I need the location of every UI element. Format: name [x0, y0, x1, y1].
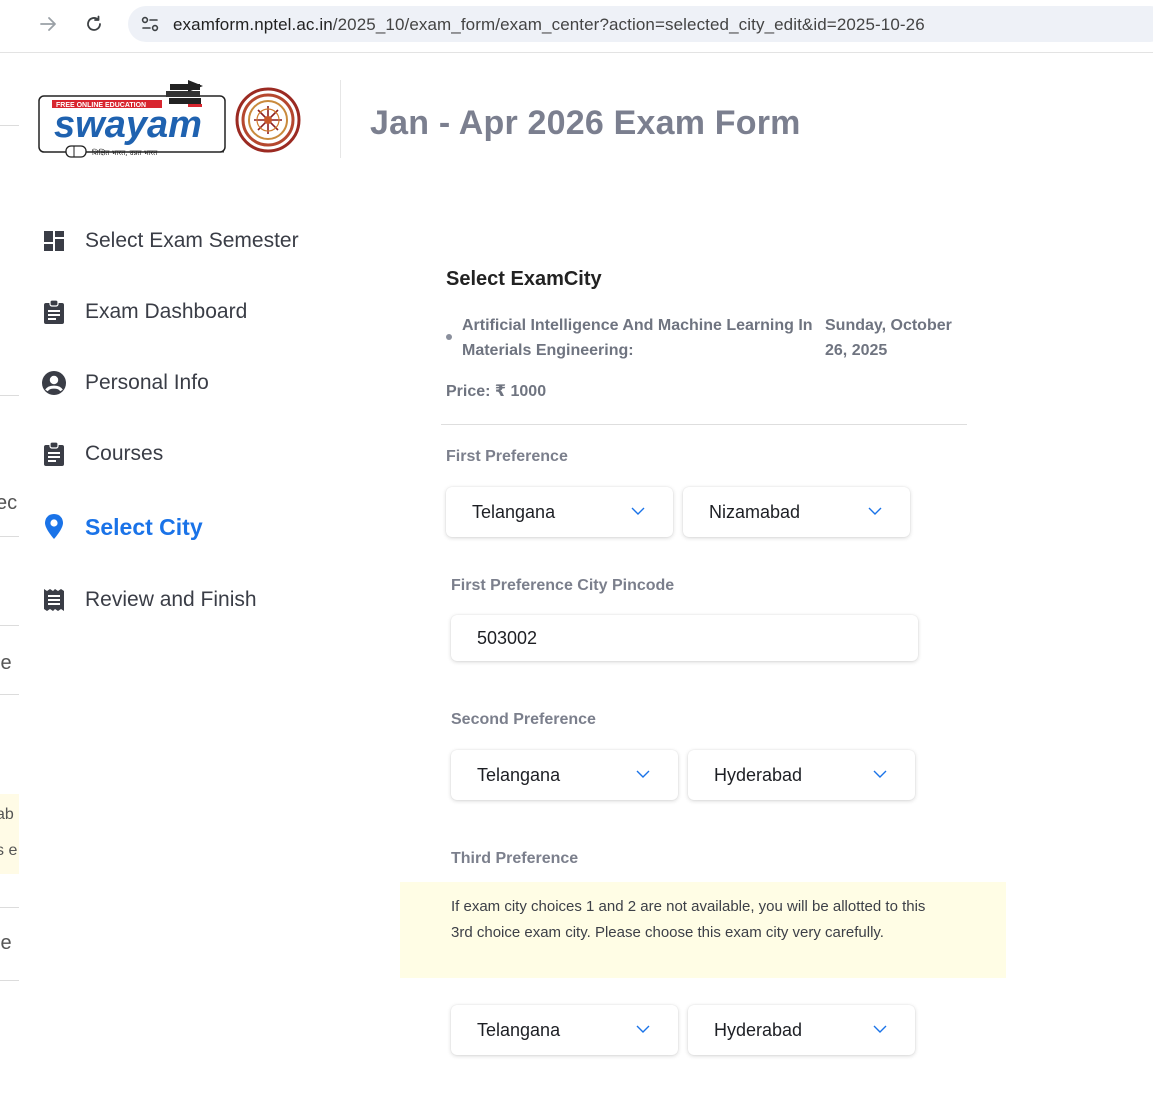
- chevron-down-icon: [631, 507, 645, 515]
- select-value: Hyderabad: [714, 764, 803, 785]
- price: Price: ₹ 1000: [446, 383, 547, 400]
- sidebar-item-select-city[interactable]: Select City: [40, 509, 203, 545]
- header-divider: [340, 80, 341, 158]
- sidebar-item-label: Courses: [85, 442, 164, 465]
- sidebar-item-personal-info[interactable]: Personal Info: [40, 365, 209, 401]
- third-preference-state-select[interactable]: Telangana: [451, 1005, 678, 1055]
- sidebar-item-exam-dashboard[interactable]: Exam Dashboard: [40, 294, 247, 330]
- pincode-label: First Preference City Pincode: [451, 577, 675, 594]
- select-value: Telangana: [477, 764, 561, 785]
- select-value: Telangana: [472, 501, 556, 522]
- select-value: Hyderabad: [714, 1019, 803, 1040]
- third-preference-notice: If exam city choices 1 and 2 are not ava…: [400, 882, 1006, 978]
- sidebar-item-label: Exam Dashboard: [85, 300, 248, 323]
- sidebar-item-review-and-finish[interactable]: Review and Finish: [40, 582, 257, 618]
- sidebar-item-courses[interactable]: Courses: [40, 436, 163, 472]
- chevron-down-icon: [873, 770, 887, 778]
- second-preference-label: Second Preference: [451, 711, 596, 728]
- back-arrow-icon[interactable]: [36, 12, 60, 36]
- section-title: Select ExamCity: [446, 268, 602, 290]
- first-preference-state-select[interactable]: Telangana: [446, 487, 673, 537]
- browser-toolbar: examform.nptel.ac.in/2025_10/exam_form/e…: [0, 0, 1153, 53]
- select-value: Telangana: [477, 1019, 561, 1040]
- sidebar-item-label: Select City: [85, 513, 203, 540]
- third-preference-city-select[interactable]: Hyderabad: [688, 1005, 915, 1055]
- input-value: 503002: [477, 628, 538, 648]
- first-preference-label: First Preference: [446, 448, 568, 465]
- chevron-down-icon: [636, 770, 650, 778]
- select-value: Nizamabad: [709, 501, 801, 522]
- exam-date: Sunday, October 26, 2025: [825, 317, 952, 359]
- reload-icon[interactable]: [82, 12, 106, 36]
- third-preference-label: Third Preference: [451, 850, 579, 867]
- user-circle-icon: [40, 369, 68, 397]
- course-name: Artificial Intelligence And Machine Lear…: [462, 317, 813, 359]
- sidebar-item-label: Review and Finish: [85, 588, 257, 611]
- divider: [441, 424, 967, 425]
- dashboard-icon: [40, 227, 68, 255]
- bullet-icon: [446, 334, 452, 340]
- chevron-down-icon: [636, 1025, 650, 1033]
- chevron-down-icon: [868, 507, 882, 515]
- url-path: /2025_10/exam_form/exam_center?action=se…: [332, 15, 925, 34]
- second-preference-state-select[interactable]: Telangana: [451, 750, 678, 800]
- location-pin-icon: [40, 513, 68, 541]
- sidebar-item-label: Select Exam Semester: [85, 229, 299, 252]
- receipt-icon: [40, 586, 68, 614]
- site-info-icon[interactable]: [140, 15, 160, 33]
- address-bar[interactable]: examform.nptel.ac.in/2025_10/exam_form/e…: [128, 6, 1153, 42]
- svg-text:swayam: swayam: [54, 104, 202, 146]
- url-text: examform.nptel.ac.in/2025_10/exam_form/e…: [173, 15, 925, 35]
- chevron-down-icon: [873, 1025, 887, 1033]
- sidebar-item-select-exam-semester[interactable]: Select Exam Semester: [40, 223, 299, 259]
- background-page-edge: ec le ab s e le: [0, 52, 19, 1115]
- page-title: Jan - Apr 2026 Exam Form: [370, 104, 801, 142]
- swayam-logo[interactable]: FREE ONLINE EDUCATION swayam शिक्षित भार…: [38, 80, 303, 165]
- pincode-input[interactable]: 503002: [451, 615, 918, 661]
- svg-text:शिक्षित भारत, उन्नत भारत: शिक्षित भारत, उन्नत भारत: [92, 148, 158, 157]
- notice-text: If exam city choices 1 and 2 are not ava…: [451, 898, 926, 941]
- url-host: examform.nptel.ac.in: [173, 15, 333, 34]
- clipboard-icon: [40, 298, 68, 326]
- second-preference-city-select[interactable]: Hyderabad: [688, 750, 915, 800]
- sidebar-item-label: Personal Info: [85, 371, 209, 394]
- clipboard-icon: [40, 440, 68, 468]
- first-preference-city-select[interactable]: Nizamabad: [683, 487, 910, 537]
